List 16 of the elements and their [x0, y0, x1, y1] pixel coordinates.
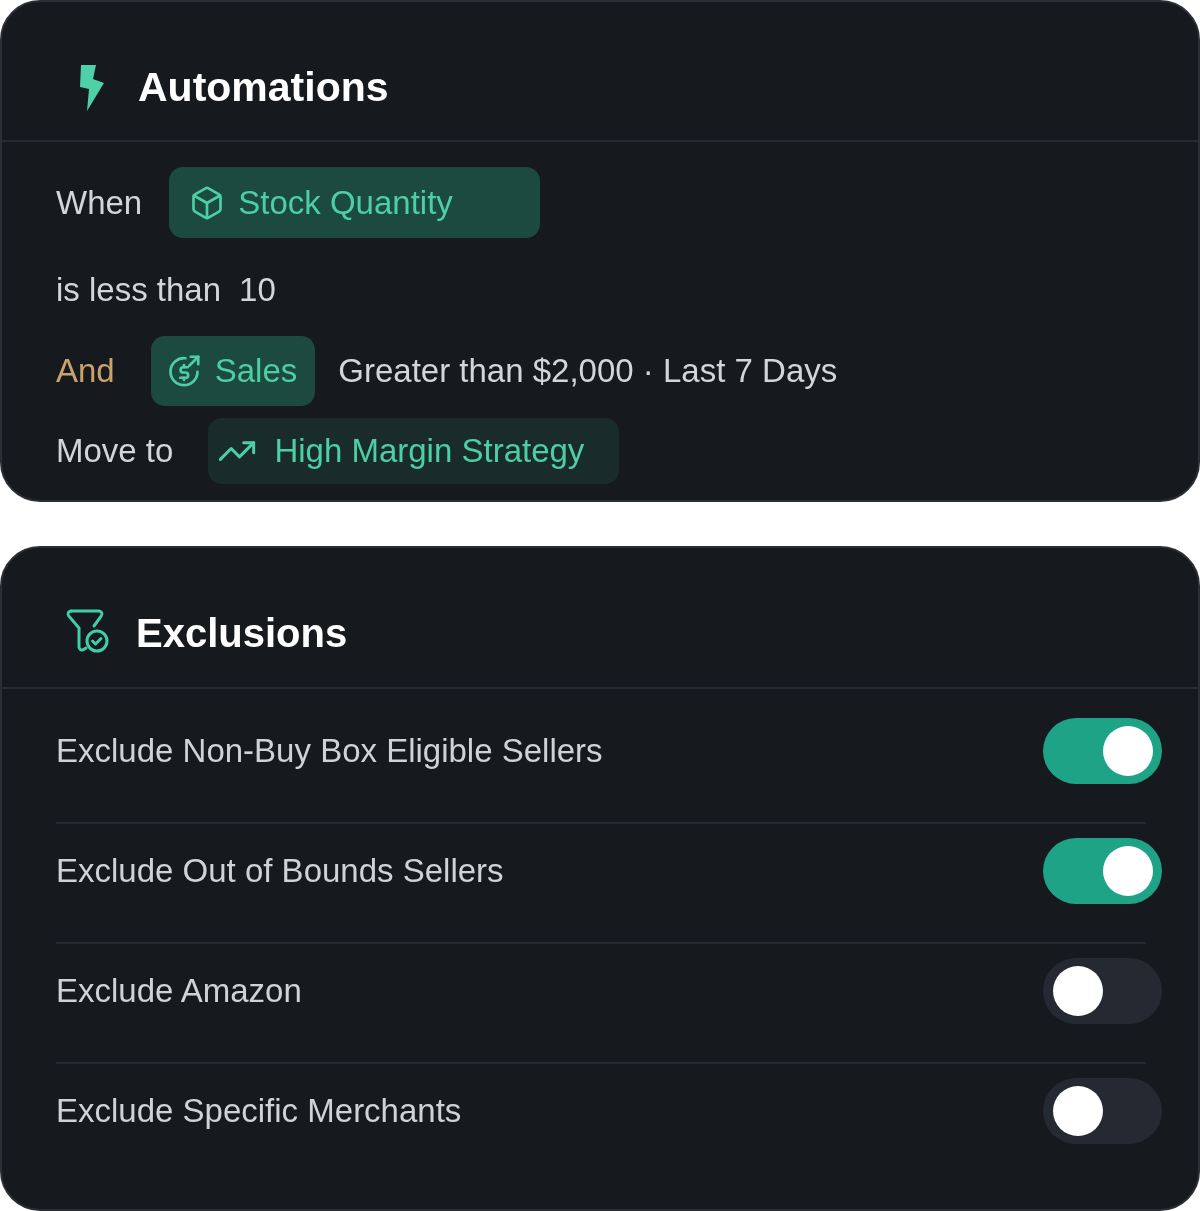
strategy-chip[interactable]: High Margin Strategy: [208, 418, 620, 484]
operator-text: is less than: [56, 270, 222, 310]
panel-title: Automations: [138, 65, 389, 111]
metric-chip[interactable]: Sales: [150, 336, 316, 406]
exclusion-label: Exclude Out of Bounds Sellers: [56, 851, 504, 891]
rule-label: Move to: [56, 431, 174, 471]
exclusion-label: Exclude Specific Merchants: [56, 1091, 462, 1131]
value-text: 10: [239, 270, 276, 310]
exclusion-label: Exclude Non-Buy Box Eligible Sellers: [56, 731, 603, 771]
metric-chip[interactable]: Stock Quantity: [169, 167, 541, 238]
rule-label: When: [56, 182, 143, 223]
condition-detail: Greater than $2,000 · Last 7 Days: [338, 351, 838, 391]
exclusion-label: Exclude Amazon: [56, 971, 302, 1011]
rule-label: And: [56, 351, 115, 391]
panel-title: Exclusions: [136, 611, 348, 655]
lightning-icon: [78, 65, 105, 111]
